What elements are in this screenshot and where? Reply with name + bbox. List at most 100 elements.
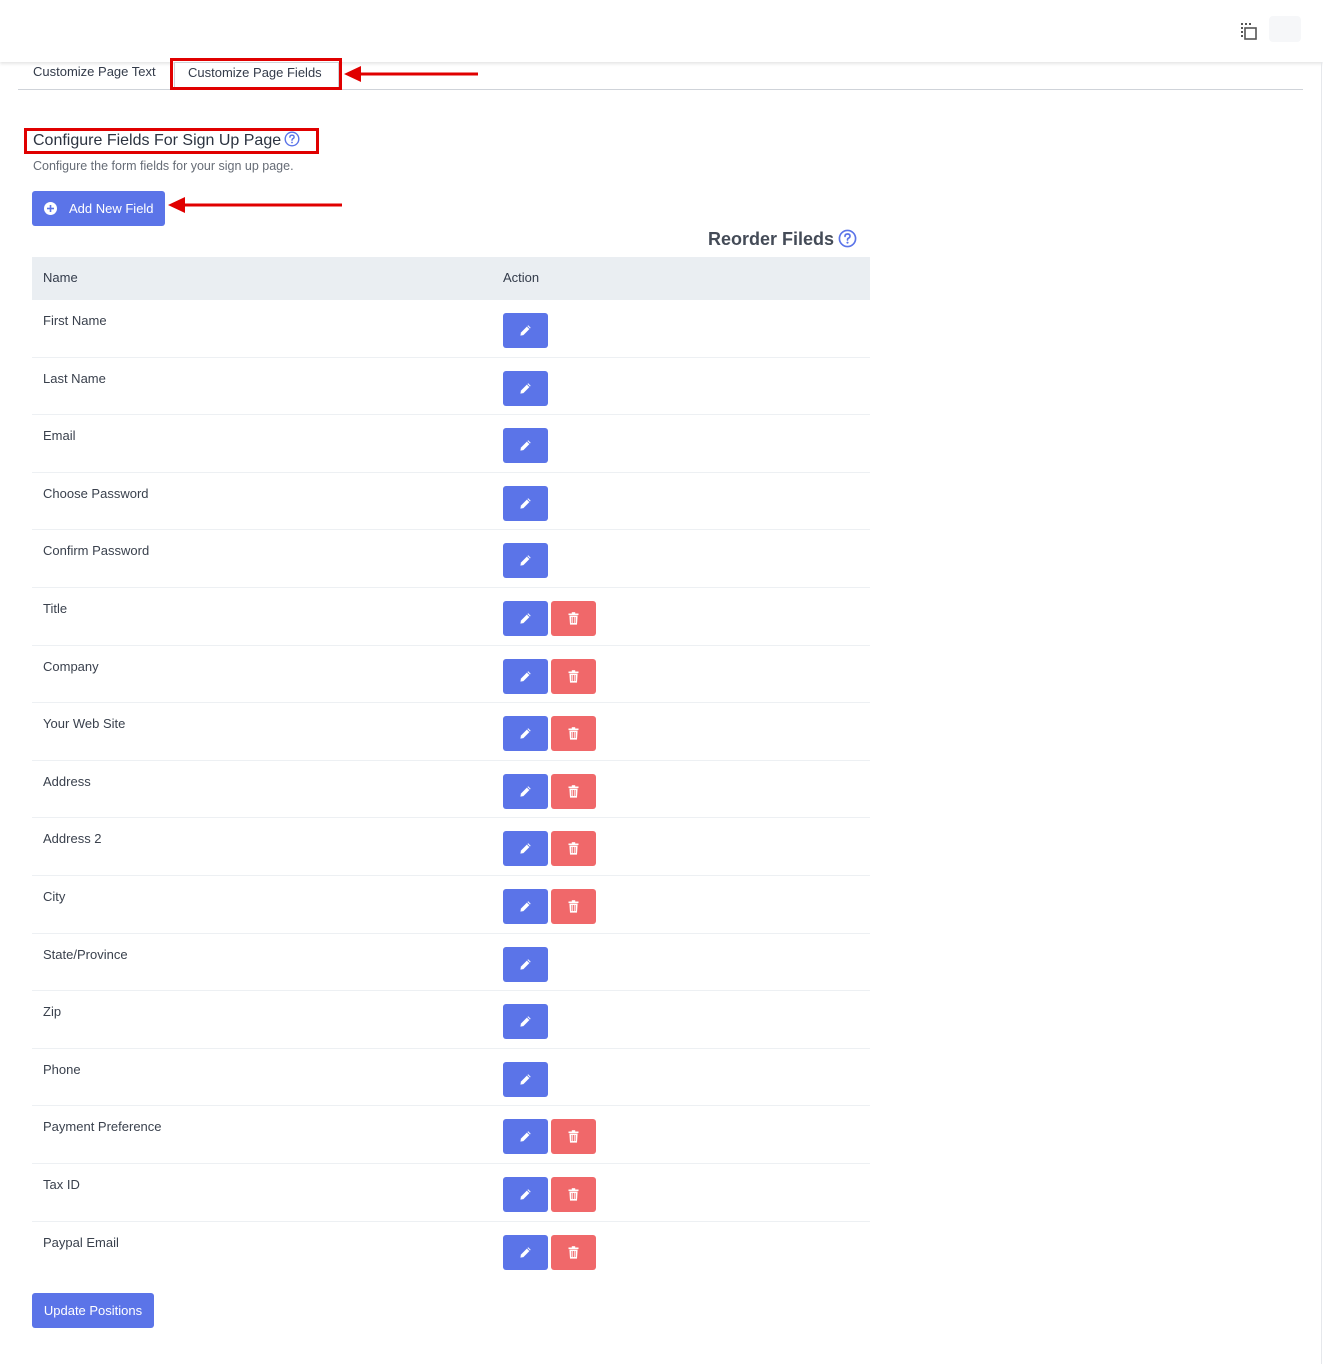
trash-icon: [568, 1245, 579, 1259]
field-name: Last Name: [43, 370, 106, 386]
delete-field-button[interactable]: [551, 888, 596, 924]
fields-table: Name Action First Name Last Name Email Choo…: [32, 257, 870, 1279]
edit-field-button[interactable]: [503, 888, 548, 924]
pencil-icon: [519, 670, 532, 683]
plus-circle-icon: [44, 202, 57, 218]
page-description: Configure the form fields for your sign …: [33, 159, 294, 173]
table-body: First Name Last Name Email Choose Password C…: [32, 300, 870, 1279]
trash-icon: [568, 900, 579, 913]
field-name: Company: [43, 658, 99, 674]
trash-icon: [568, 784, 579, 798]
trash-icon: [568, 1130, 579, 1143]
field-name: State/Province: [43, 946, 128, 962]
delete-field-button[interactable]: [551, 831, 596, 867]
column-header-action: Action: [503, 270, 540, 285]
pencil-icon: [519, 1130, 532, 1143]
trash-icon: [568, 842, 579, 855]
reorder-fields-heading: Reorder Fileds: [708, 228, 857, 253]
delete-field-button[interactable]: [551, 600, 596, 636]
update-positions-button[interactable]: Update Positions: [32, 1293, 154, 1328]
edit-field-button[interactable]: [503, 1004, 548, 1040]
add-new-field-button[interactable]: Add New Field: [32, 191, 165, 226]
delete-field-button[interactable]: [551, 773, 596, 809]
question-circle-icon[interactable]: [838, 229, 857, 253]
pencil-icon: [519, 382, 532, 395]
edit-field-button[interactable]: [503, 428, 548, 464]
field-name: Choose Password: [43, 485, 149, 501]
page-title: Configure Fields For Sign Up Page: [33, 131, 300, 153]
add-new-field-label: Add New Field: [69, 201, 154, 216]
pencil-icon: [519, 1188, 532, 1201]
column-header-name: Name: [43, 270, 78, 285]
selection-copy-icon[interactable]: [1239, 21, 1259, 41]
edit-field-button[interactable]: [503, 1234, 548, 1270]
avatar[interactable]: [1269, 16, 1301, 42]
trash-icon: [568, 1188, 579, 1201]
question-circle-icon[interactable]: [284, 131, 300, 153]
edit-field-button[interactable]: [503, 658, 548, 694]
field-name: Paypal Email: [43, 1234, 119, 1250]
field-name: Confirm Password: [43, 543, 150, 559]
pencil-icon: [519, 785, 532, 798]
delete-field-button[interactable]: [551, 1176, 596, 1212]
edit-field-button[interactable]: [503, 543, 548, 579]
pencil-icon: [519, 958, 532, 971]
edit-field-button[interactable]: [503, 600, 548, 636]
field-name: Your Web Site: [43, 716, 126, 732]
reorder-fields-label: Reorder Fileds: [708, 229, 835, 249]
pencil-icon: [519, 554, 532, 567]
pencil-icon: [519, 900, 532, 913]
pencil-icon: [519, 439, 532, 452]
delete-field-button[interactable]: [551, 1119, 596, 1155]
edit-field-button[interactable]: [503, 1119, 548, 1155]
field-name: Address 2: [43, 831, 102, 847]
tab-bar: Customize Page Text Customize Page Field…: [18, 62, 1303, 90]
tab-customize-page-text[interactable]: Customize Page Text: [33, 62, 156, 88]
edit-field-button[interactable]: [503, 946, 548, 982]
table-row: Choose Password: [32, 473, 870, 531]
field-name: Phone: [43, 1061, 81, 1077]
field-name: City: [43, 888, 66, 904]
table-row: State/Province: [32, 934, 870, 992]
table-row: Paypal Email: [32, 1222, 870, 1280]
table-row: Payment Preference: [32, 1106, 870, 1164]
edit-field-button[interactable]: [503, 1176, 548, 1212]
delete-field-button[interactable]: [551, 658, 596, 694]
tab-customize-page-fields[interactable]: Customize Page Fields: [174, 62, 339, 90]
field-name: Payment Preference: [43, 1119, 162, 1135]
page-edge: [1321, 62, 1322, 1364]
table-row: City: [32, 876, 870, 934]
edit-field-button[interactable]: [503, 485, 548, 521]
pencil-icon: [519, 1073, 532, 1086]
table-row: Phone: [32, 1049, 870, 1107]
table-row: Company: [32, 646, 870, 704]
table-row: Email: [32, 415, 870, 473]
table-header: Name Action: [32, 257, 870, 300]
edit-field-button[interactable]: [503, 773, 548, 809]
top-bar: [0, 0, 1323, 62]
table-row: Address: [32, 761, 870, 819]
trash-icon: [568, 669, 579, 683]
table-row: Confirm Password: [32, 530, 870, 588]
edit-field-button[interactable]: [503, 313, 548, 348]
delete-field-button[interactable]: [551, 716, 596, 752]
trash-icon: [568, 612, 579, 625]
delete-field-button[interactable]: [551, 1234, 596, 1270]
edit-field-button[interactable]: [503, 1061, 548, 1097]
trash-icon: [568, 727, 579, 740]
field-name: First Name: [43, 313, 107, 328]
edit-field-button[interactable]: [503, 831, 548, 867]
table-row: Last Name: [32, 358, 870, 416]
table-row: Tax ID: [32, 1164, 870, 1222]
pencil-icon: [519, 842, 532, 855]
pencil-icon: [519, 324, 532, 337]
pencil-icon: [519, 727, 532, 740]
pencil-icon: [519, 612, 532, 625]
table-row: Address 2: [32, 818, 870, 876]
page-title-text: Configure Fields For Sign Up Page: [33, 132, 282, 149]
table-row: Title: [32, 588, 870, 646]
annotation-arrow-add: [168, 197, 342, 213]
edit-field-button[interactable]: [503, 370, 548, 406]
annotation-arrow-tab: [344, 66, 478, 82]
edit-field-button[interactable]: [503, 716, 548, 752]
